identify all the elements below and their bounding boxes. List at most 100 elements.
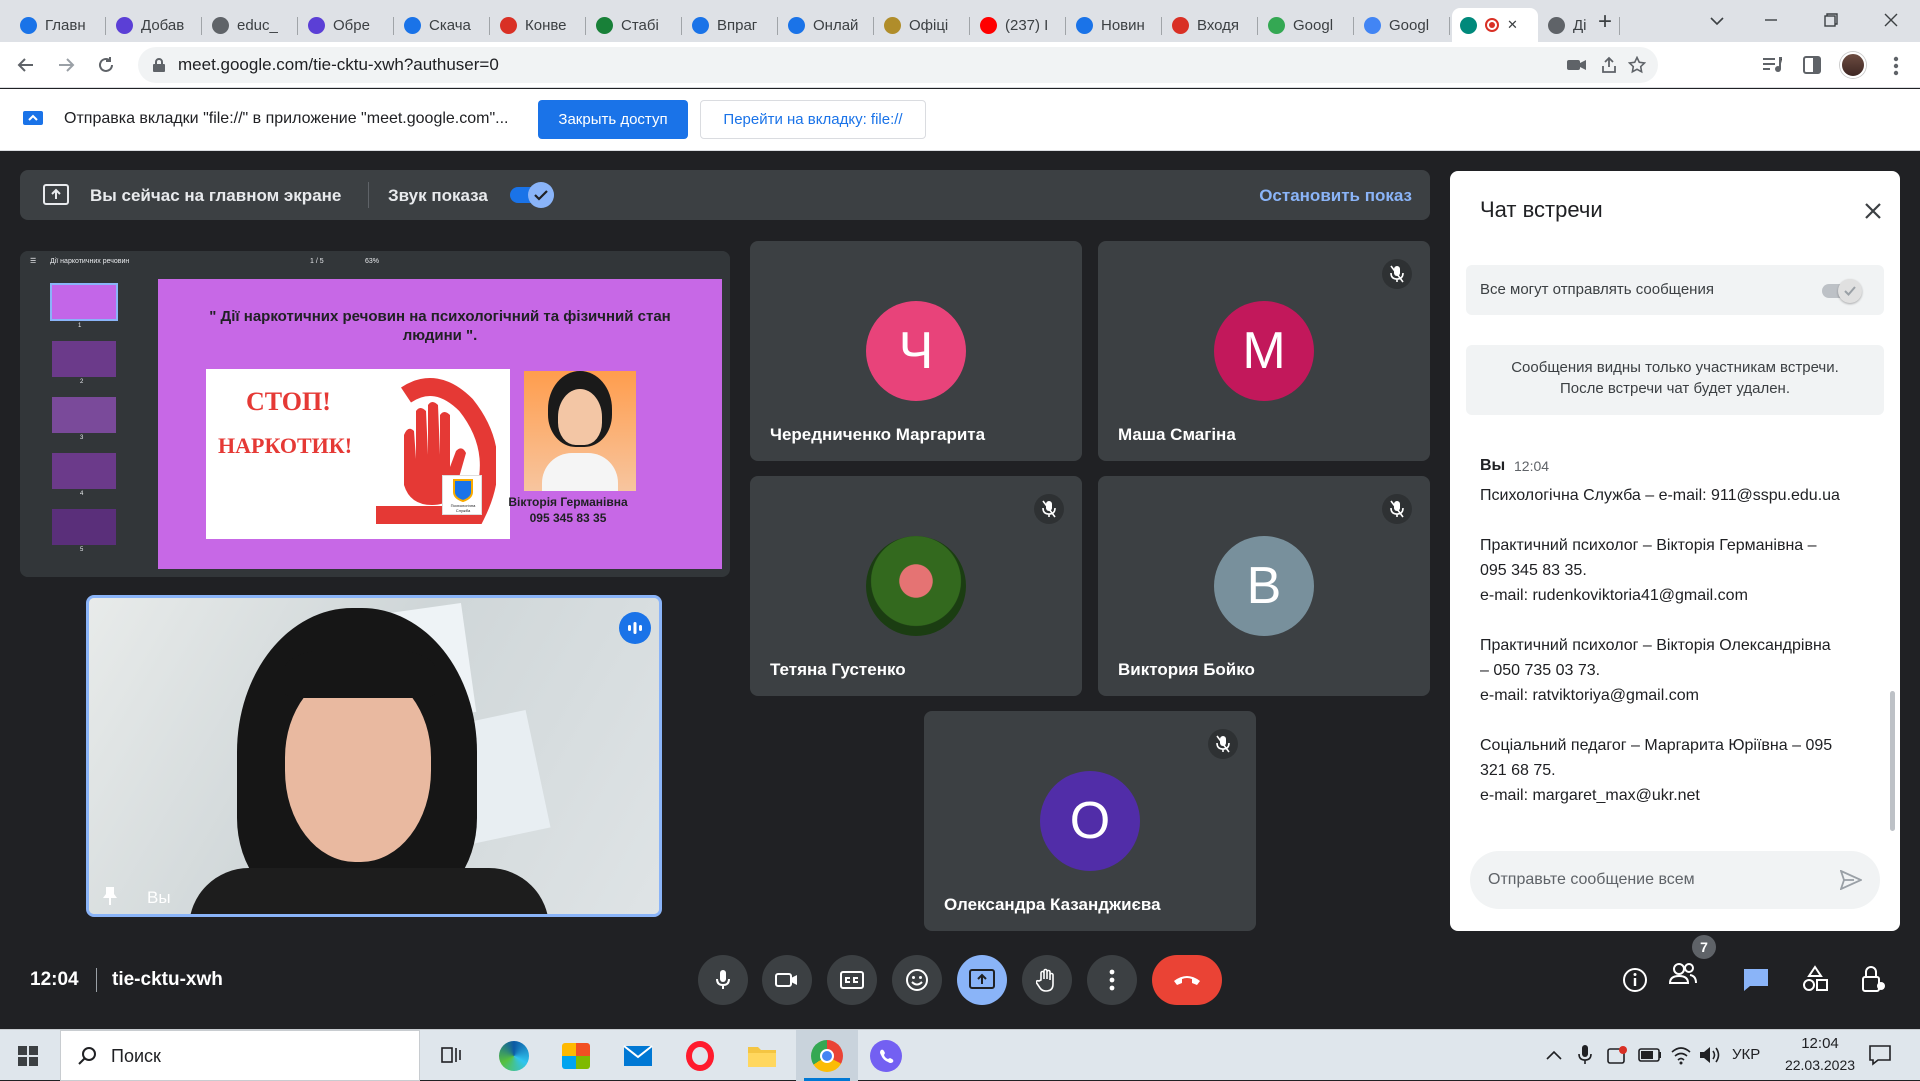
pin-icon[interactable] [101,886,119,906]
host-controls-icon[interactable] [1860,964,1886,994]
taskbar-store[interactable] [558,1038,594,1074]
task-view-icon[interactable] [440,1044,462,1066]
meeting-info-icon[interactable] [1622,967,1648,993]
taskbar-opera[interactable] [682,1038,718,1074]
chat-permission-toggle[interactable] [1822,279,1862,303]
activities-icon[interactable] [1802,965,1828,993]
camera-button[interactable] [762,955,812,1005]
chevron-up-icon[interactable] [1546,1050,1562,1060]
bookmark-star-icon[interactable] [1628,56,1646,74]
battery-icon[interactable] [1638,1048,1662,1062]
browser-tab[interactable]: Googl [1260,8,1354,42]
raise-hand-button[interactable] [1022,955,1072,1005]
more-options-button[interactable] [1087,955,1137,1005]
wifi-icon[interactable] [1670,1045,1692,1065]
volume-icon[interactable] [1698,1045,1720,1065]
viber-icon [870,1040,902,1072]
close-window-icon[interactable] [1884,13,1898,32]
minimize-window-icon[interactable] [1764,13,1778,32]
browser-tab[interactable]: Стабі [588,8,682,42]
leave-call-button[interactable] [1152,955,1222,1005]
side-panel-icon[interactable] [1803,56,1821,74]
back-button[interactable] [12,51,40,79]
tab-label: Скача [429,16,471,34]
camera-blocked-icon[interactable] [1566,57,1588,73]
taskbar-date[interactable]: 22.03.2023 [1772,1057,1868,1073]
thumbnail-3[interactable] [52,397,116,433]
browser-tab[interactable]: Главн [12,8,106,42]
people-button[interactable]: 7 [1668,935,1716,992]
speaking-indicator [619,612,651,644]
edge-icon [499,1041,529,1071]
presentation-tile[interactable]: ☰ Дії наркотичних речовин 1 / 5 63% 1 2 … [20,251,730,577]
browser-tab[interactable]: Googl [1356,8,1450,42]
taskbar-viber[interactable] [868,1038,904,1074]
windows-start-icon[interactable] [18,1046,38,1066]
taskbar-explorer[interactable] [744,1038,780,1074]
stop-sharing-button[interactable]: Закрыть доступ [538,100,688,139]
more-vert-icon[interactable] [1893,56,1899,76]
logo-caption: Психологічна Служба [450,503,476,513]
profile-avatar[interactable] [1840,52,1866,78]
mic-tray-icon[interactable] [1578,1044,1592,1066]
present-button[interactable] [957,955,1007,1005]
thumbnail-1[interactable] [50,283,118,321]
browser-tab[interactable]: Новин [1068,8,1162,42]
message-line [1480,708,1880,733]
notifications-icon[interactable] [1868,1044,1892,1066]
browser-tab[interactable]: educ_ [204,8,298,42]
media-control-icon[interactable] [1762,56,1782,74]
thumbnail-2[interactable] [52,341,116,377]
address-bar[interactable]: meet.google.com/tie-cktu-xwh?authuser=0 [138,47,1658,83]
browser-tab[interactable]: Добав [108,8,202,42]
browser-tab[interactable]: Впраг [684,8,778,42]
restore-window-icon[interactable] [1824,13,1838,32]
participant-tile[interactable]: О Олександра Казанджиєва [924,711,1256,931]
close-icon[interactable] [1864,202,1882,220]
browser-tab[interactable]: Офіці [876,8,970,42]
browser-tab[interactable]: Обре [300,8,394,42]
pdf-zoom-level: 63% [365,258,380,265]
mic-button[interactable] [698,955,748,1005]
browser-tab[interactable]: Конве [492,8,586,42]
participant-tile[interactable]: В Виктория Бойко [1098,476,1430,696]
new-tab-button[interactable]: + [1598,8,1612,36]
input-language[interactable]: УКР [1732,1046,1760,1063]
reactions-button[interactable] [892,955,942,1005]
browser-tab[interactable]: Скача [396,8,490,42]
taskbar-edge[interactable] [496,1038,532,1074]
participant-tile[interactable]: М Маша Смагіна [1098,241,1430,461]
self-video-tile[interactable]: Вы [86,595,662,917]
forward-button[interactable] [52,51,80,79]
browser-tab[interactable]: (237) I [972,8,1066,42]
tab-search-chevron-icon[interactable] [1710,13,1724,31]
browser-tab[interactable]: ✕ [1452,8,1538,42]
browser-tab[interactable]: Входя [1164,8,1258,42]
stop-presenting-button[interactable]: Остановить показ [1259,186,1412,206]
participant-avatar: М [1214,301,1314,401]
muted-indicator [1382,259,1412,289]
reload-button[interactable] [92,51,120,79]
send-icon[interactable] [1840,870,1862,890]
security-tray-icon[interactable] [1606,1045,1628,1065]
chat-icon[interactable] [1742,967,1770,993]
participant-tile[interactable]: Ч Чередниченко Маргарита [750,241,1082,461]
taskbar-time[interactable]: 12:04 [1778,1035,1862,1052]
taskbar-search-box[interactable]: Поиск [60,1030,420,1081]
thumbnail-4[interactable] [52,453,116,489]
chat-scrollbar[interactable] [1890,691,1895,831]
chat-input[interactable]: Отправьте сообщение всем [1470,851,1880,909]
thumbnail-5[interactable] [52,509,116,545]
taskbar-mail[interactable] [620,1038,656,1074]
meet-stage: Вы сейчас на главном экране Звук показа … [0,151,1920,1029]
emoji-icon [906,969,928,991]
taskbar-chrome[interactable] [796,1030,858,1081]
participant-tile[interactable]: Тетяна Густенко [750,476,1082,696]
participant-name: Чередниченко Маргарита [770,425,986,444]
browser-tab[interactable]: Онлай [780,8,874,42]
captions-button[interactable] [827,955,877,1005]
share-icon[interactable] [1600,56,1618,74]
presentation-audio-toggle[interactable] [510,182,554,208]
switch-to-tab-button[interactable]: Перейти на вкладку: file:// [700,100,926,139]
close-tab-icon[interactable]: ✕ [1507,17,1518,33]
